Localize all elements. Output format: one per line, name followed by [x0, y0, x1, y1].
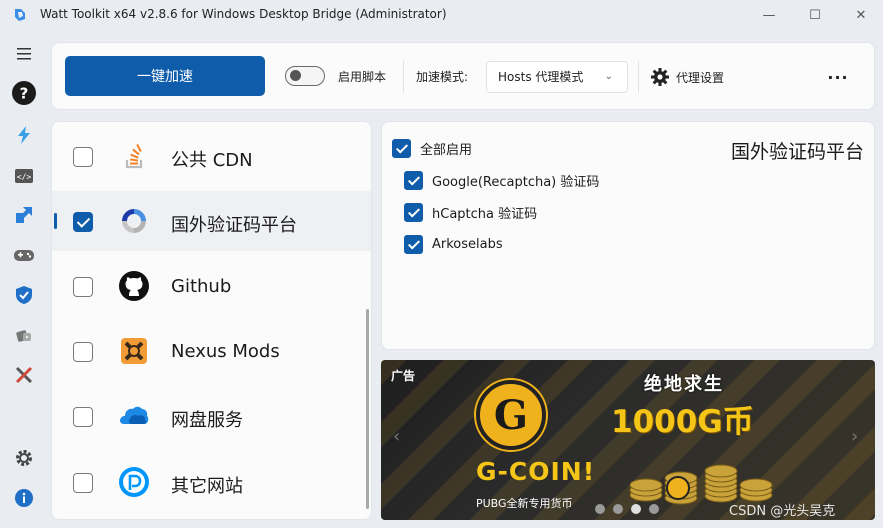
gcoin-logo-icon: G: [476, 380, 546, 450]
chevron-down-icon: ⌄: [604, 71, 613, 82]
detail-panel: 国外验证码平台 全部启用 Google(Recaptcha) 验证码 hCapt…: [381, 121, 875, 350]
coin-pile-icon: [629, 464, 773, 505]
toolbar-divider: [638, 61, 639, 93]
info-icon[interactable]: [11, 485, 37, 511]
accel-mode-value: Hosts 代理模式: [498, 70, 584, 84]
list-item[interactable]: 国外验证码平台: [52, 191, 371, 251]
watermark-text: CSDN @光头吴克: [729, 504, 836, 519]
option-label: Arkoselabs: [432, 236, 503, 252]
svg-text:</>: </>: [17, 173, 32, 182]
close-button[interactable]: ✕: [838, 0, 883, 30]
list-scrollbar[interactable]: [366, 309, 369, 509]
stackoverflow-icon: [125, 143, 143, 169]
enable-script-label: 启用脚本: [338, 70, 387, 84]
ad-tag: 广告: [391, 369, 416, 383]
enable-all-label: 全部启用: [420, 142, 473, 158]
option-google-recaptcha[interactable]: Google(Recaptcha) 验证码: [404, 169, 599, 191]
list-item-label: 其它网站: [171, 476, 243, 497]
ad-brand: G-COIN!: [476, 457, 596, 486]
checkbox[interactable]: [73, 212, 93, 232]
minimize-button[interactable]: —: [746, 0, 792, 30]
checkbox[interactable]: [73, 407, 93, 427]
option-hcaptcha[interactable]: hCaptcha 验证码: [404, 201, 537, 223]
list-item-label: 公共 CDN: [171, 150, 253, 171]
shield-icon[interactable]: [11, 282, 37, 308]
pixiv-icon: [119, 467, 149, 497]
ad-headline-amount: 1000G币: [611, 404, 754, 440]
selection-indicator: [54, 213, 57, 229]
ad-page-dot[interactable]: [631, 504, 641, 514]
window-title: Watt Toolkit x64 v2.8.6 for Windows Desk…: [40, 7, 447, 21]
one-click-accelerate-button[interactable]: 一键加速: [65, 56, 265, 96]
checkbox[interactable]: [73, 147, 93, 167]
github-icon: [119, 271, 149, 301]
enable-all-checkbox[interactable]: 全部启用: [392, 137, 472, 159]
toolbar-divider: [403, 61, 404, 93]
checkbox[interactable]: [404, 202, 423, 222]
svg-text:?: ?: [20, 85, 29, 103]
recaptcha-icon: [122, 209, 146, 233]
list-item-label: 网盘服务: [171, 410, 243, 431]
ad-banner[interactable]: 广告 G G-COIN! PUBG全新专用货币 绝地求生 1000G币 ‹ › …: [381, 360, 875, 520]
proxy-settings-button[interactable]: 代理设置: [650, 65, 724, 89]
option-label: Google(Recaptcha) 验证码: [432, 174, 600, 190]
service-list-panel: 公共 CDN 国外验证码平台 Github Nexus Mods 网盘服务 其它…: [51, 121, 372, 520]
nexusmods-icon: [121, 338, 147, 364]
list-item-label: Nexus Mods: [171, 341, 280, 362]
settings-icon[interactable]: [11, 445, 37, 471]
option-arkoselabs[interactable]: Arkoselabs: [404, 233, 503, 255]
checkbox[interactable]: [392, 138, 411, 158]
list-item[interactable]: 其它网站: [52, 452, 371, 512]
list-item-label: 国外验证码平台: [171, 215, 297, 236]
checkbox[interactable]: [404, 234, 423, 254]
accel-mode-select[interactable]: Hosts 代理模式 ⌄: [486, 61, 628, 93]
toggle-knob: [290, 70, 301, 81]
tools-icon[interactable]: [11, 362, 37, 388]
ad-subtitle: PUBG全新专用货币: [476, 497, 573, 510]
title-bar: Watt Toolkit x64 v2.8.6 for Windows Desk…: [0, 0, 883, 30]
option-label: hCaptcha 验证码: [432, 206, 538, 222]
detail-title: 国外验证码平台: [730, 141, 864, 163]
ad-next-button[interactable]: ›: [851, 426, 858, 447]
gamepad-icon[interactable]: [11, 242, 37, 268]
lightning-icon[interactable]: [11, 122, 37, 148]
ad-page-dot[interactable]: [649, 504, 659, 514]
checkbox[interactable]: [73, 473, 93, 493]
logo-letter: G: [493, 391, 529, 439]
enable-script-toggle[interactable]: [285, 66, 325, 86]
accel-mode-label: 加速模式:: [416, 70, 469, 84]
onedrive-icon: [120, 406, 149, 424]
checkbox[interactable]: [73, 342, 93, 362]
dice-icon[interactable]: [11, 323, 37, 349]
list-item[interactable]: 公共 CDN: [52, 126, 371, 186]
code-icon[interactable]: </>: [11, 163, 37, 189]
more-options-button[interactable]: ···: [824, 65, 852, 89]
menu-icon[interactable]: [11, 41, 37, 67]
list-item-label: Github: [171, 276, 232, 297]
list-item[interactable]: Nexus Mods: [52, 321, 371, 381]
checkbox[interactable]: [73, 277, 93, 297]
checkbox[interactable]: [404, 170, 423, 190]
help-icon[interactable]: ?: [11, 80, 37, 106]
ad-page-dot[interactable]: [595, 504, 605, 514]
app-logo-icon: [15, 9, 25, 21]
ad-page-dot[interactable]: [613, 504, 623, 514]
toolbar: 一键加速 启用脚本 加速模式: Hosts 代理模式 ⌄ 代理设置 ···: [51, 42, 875, 110]
list-item[interactable]: 网盘服务: [52, 386, 371, 446]
left-nav-rail: ? </>: [0, 30, 48, 528]
ad-headline: 绝地求生: [644, 374, 724, 395]
list-item[interactable]: Github: [52, 256, 371, 316]
proxy-settings-label: 代理设置: [676, 70, 725, 85]
maximize-button[interactable]: ☐: [792, 0, 838, 30]
ad-prev-button[interactable]: ‹: [393, 426, 400, 447]
ad-pagination: [595, 504, 659, 514]
gear-icon: [651, 68, 669, 86]
transfer-icon[interactable]: [11, 202, 37, 228]
